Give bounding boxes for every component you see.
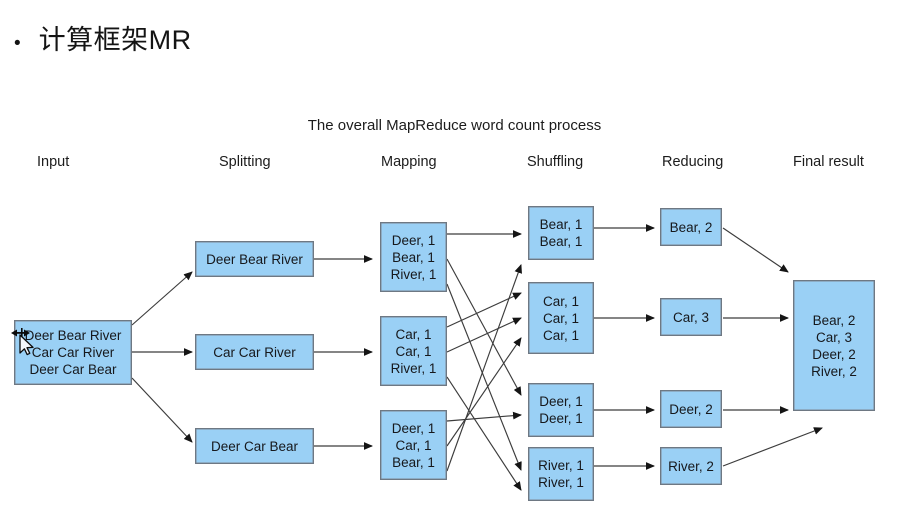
diagram-title: The overall MapReduce word count process bbox=[307, 117, 602, 134]
node-line: Deer Bear River bbox=[24, 328, 122, 343]
node-reducing-deer[interactable]: Deer, 2 bbox=[660, 390, 722, 428]
node-reducing-river[interactable]: River, 2 bbox=[660, 447, 722, 485]
node-line: Car, 1 bbox=[542, 310, 580, 326]
node-mapping-3[interactable]: Deer, 1 Car, 1 Bear, 1 bbox=[380, 410, 447, 480]
diagram-edges bbox=[131, 224, 823, 491]
node-line: Deer, 2 bbox=[669, 401, 713, 417]
node-line: Car Car River bbox=[31, 345, 115, 360]
node-line: Car, 3 bbox=[815, 329, 853, 345]
node-shuffling-car[interactable]: Car, 1 Car, 1 Car, 1 bbox=[528, 282, 594, 354]
node-line: Bear, 1 bbox=[392, 454, 435, 470]
node-line: Deer, 1 bbox=[539, 394, 583, 409]
node-line: Car, 1 bbox=[542, 327, 580, 343]
node-line: Car, 1 bbox=[395, 326, 432, 342]
column-header-final-result: Final result bbox=[793, 154, 864, 170]
node-line: Deer, 1 bbox=[391, 232, 436, 248]
node-line: Bear, 1 bbox=[392, 249, 435, 265]
column-header-shuffling: Shuffling bbox=[527, 154, 584, 170]
node-line: Bear, 1 bbox=[539, 234, 583, 249]
node-line: River, 1 bbox=[390, 266, 437, 282]
node-line: Car, 1 bbox=[395, 437, 432, 453]
node-reducing-bear[interactable]: Bear, 2 bbox=[660, 208, 722, 246]
node-reducing-car[interactable]: Car, 3 bbox=[660, 298, 722, 336]
node-line: River, 2 bbox=[811, 363, 857, 379]
node-line: Bear, 1 bbox=[539, 217, 583, 232]
node-line: Deer Car Bear bbox=[210, 438, 299, 454]
node-splitting-2[interactable]: Car Car River bbox=[195, 334, 314, 370]
node-line: Car, 1 bbox=[395, 343, 432, 359]
node-mapping-1[interactable]: Deer, 1 Bear, 1 River, 1 bbox=[380, 222, 447, 292]
column-header-input: Input bbox=[37, 154, 70, 170]
node-line: Bear, 2 bbox=[669, 219, 713, 235]
node-mapping-2[interactable]: Car, 1 Car, 1 River, 1 bbox=[380, 316, 447, 386]
node-shuffling-bear[interactable]: Bear, 1 Bear, 1 bbox=[528, 206, 594, 260]
column-header-mapping: Mapping bbox=[381, 154, 437, 170]
column-header-splitting: Splitting bbox=[219, 154, 271, 170]
node-line: Car, 3 bbox=[672, 309, 710, 325]
node-line: River, 1 bbox=[390, 360, 437, 376]
node-line: Deer, 1 bbox=[539, 411, 583, 426]
node-line: Deer, 1 bbox=[391, 420, 436, 436]
node-shuffling-deer[interactable]: Deer, 1 Deer, 1 bbox=[528, 383, 594, 437]
node-line: Bear, 2 bbox=[812, 312, 856, 328]
node-line: River, 2 bbox=[668, 458, 714, 474]
node-line: Car Car River bbox=[213, 344, 296, 360]
node-line: River, 1 bbox=[538, 475, 584, 490]
node-line: Car, 1 bbox=[542, 293, 580, 309]
column-header-reducing: Reducing bbox=[662, 154, 724, 170]
node-line: River, 1 bbox=[538, 458, 584, 473]
node-final-result[interactable]: Bear, 2 Car, 3 Deer, 2 River, 2 bbox=[793, 280, 875, 411]
node-splitting-1[interactable]: Deer Bear River bbox=[195, 241, 314, 277]
node-splitting-3[interactable]: Deer Car Bear bbox=[195, 428, 314, 464]
node-line: Deer, 2 bbox=[812, 346, 856, 362]
node-line: Deer Car Bear bbox=[29, 362, 117, 377]
node-shuffling-river[interactable]: River, 1 River, 1 bbox=[528, 447, 594, 501]
node-line: Deer Bear River bbox=[206, 251, 303, 267]
node-input[interactable]: Deer Bear River Car Car River Deer Car B… bbox=[14, 320, 132, 385]
mapreduce-diagram: The overall MapReduce word count process… bbox=[0, 0, 909, 526]
